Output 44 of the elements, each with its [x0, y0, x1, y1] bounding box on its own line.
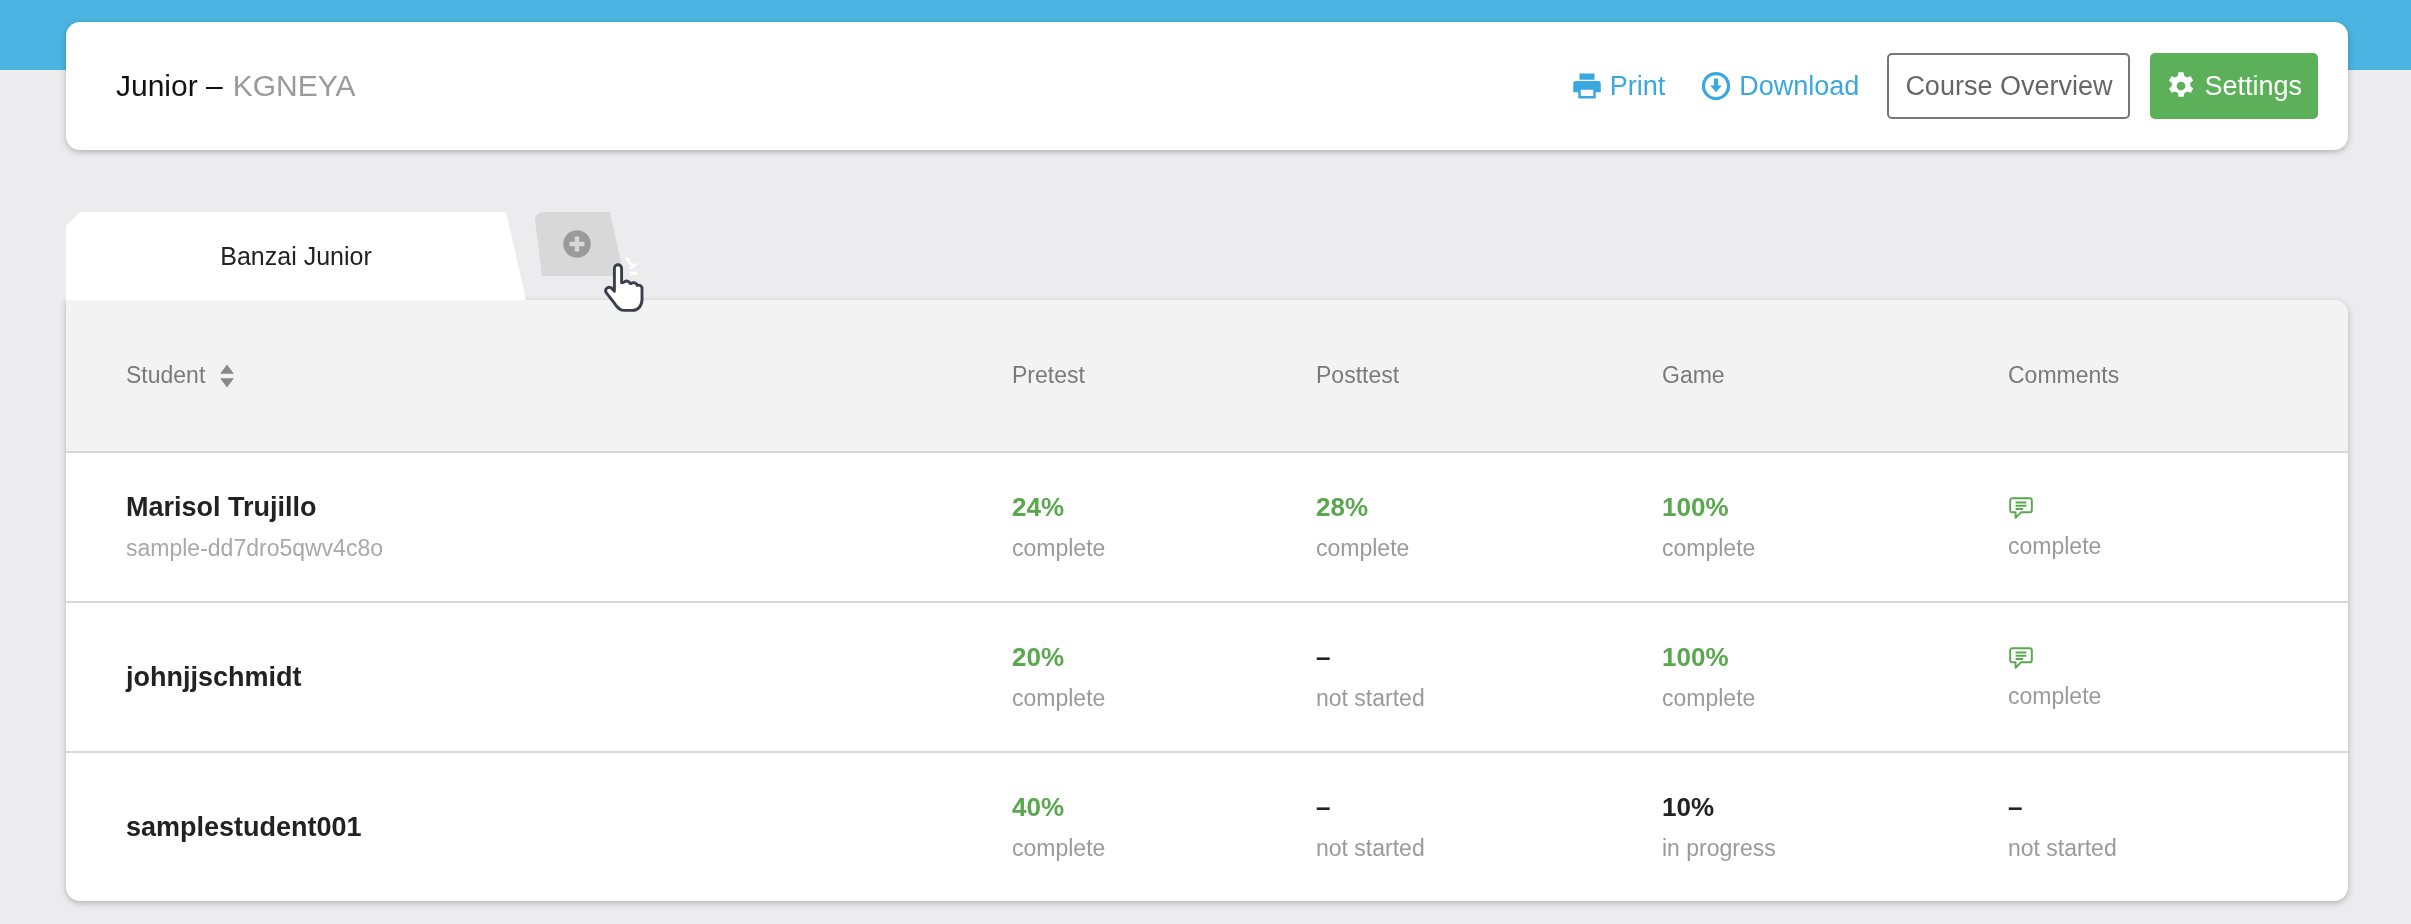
status-text: complete [1662, 685, 1756, 712]
printer-icon [1571, 71, 1602, 101]
status-text: complete [1662, 535, 1756, 562]
student-name: Marisol Trujillo [126, 492, 317, 523]
comment-icon[interactable] [2008, 494, 2034, 521]
course-code: KGNEYA [232, 69, 356, 103]
tab[interactable]: Banzai Junior [66, 212, 526, 300]
column-header: Pretest [1012, 362, 1085, 389]
action-link[interactable]: Print [1563, 53, 1674, 119]
status-text: complete [2008, 532, 2102, 560]
status-text: not started [2008, 835, 2117, 862]
status-text: complete [1012, 685, 1106, 712]
action-button[interactable]: Settings [2150, 53, 2318, 119]
status-text: not started [1316, 685, 1425, 712]
score-value: 100% [1662, 642, 1729, 673]
column-header: Comments [2008, 362, 2120, 389]
action-link[interactable]: Download [1693, 53, 1868, 119]
column-header: Game [1662, 362, 1725, 389]
status-text: not started [1316, 835, 1425, 862]
score-value: 24% [1012, 492, 1065, 523]
comment-icon[interactable] [2008, 644, 2034, 671]
score-value: 28% [1316, 492, 1369, 523]
plus-circle-icon [562, 229, 592, 259]
score-value: 20% [1012, 642, 1065, 673]
download-icon [1701, 71, 1732, 101]
status-text: complete [1012, 535, 1106, 562]
score-value: 100% [1662, 492, 1729, 523]
status-text: complete [1316, 535, 1410, 562]
course-title: Junior – [116, 69, 223, 103]
score-value: 10% [1662, 792, 1715, 823]
score-value: – [2008, 792, 2023, 823]
status-text: complete [2008, 682, 2102, 710]
status-text: in progress [1662, 835, 1776, 862]
student-id: sample-dd7dro5qwv4c8o [126, 535, 383, 562]
column-header: Student [126, 362, 206, 389]
column-header: Posttest [1316, 362, 1400, 389]
score-value: 40% [1012, 792, 1065, 823]
sort-icon[interactable] [219, 362, 236, 389]
student-name: johnjjschmidt [126, 661, 302, 693]
score-value: – [1316, 792, 1331, 823]
status-text: complete [1012, 835, 1106, 862]
student-name: samplestudent001 [126, 811, 362, 843]
action-button[interactable]: Course Overview [1887, 53, 2131, 119]
score-value: – [1316, 642, 1331, 673]
